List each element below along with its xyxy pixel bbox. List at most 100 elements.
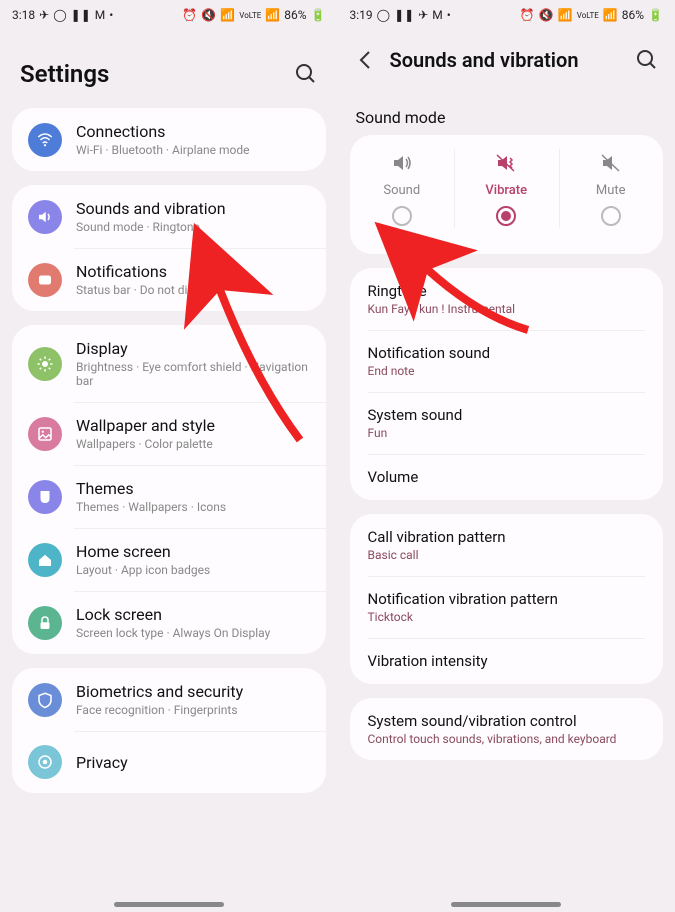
sound-mode-sound[interactable]: Sound — [350, 141, 455, 236]
setting-row[interactable]: Notification sound End note — [350, 330, 664, 392]
wifi-icon: 📶 — [220, 8, 235, 22]
wallpaper-icon — [28, 417, 62, 451]
telegram-icon: ✈ — [418, 8, 428, 22]
page-title: Settings — [20, 60, 282, 88]
item-title: Connections — [76, 122, 310, 141]
settings-subgroup: Call vibration pattern Basic call Notifica… — [350, 514, 664, 684]
setting-row[interactable]: Call vibration pattern Basic call — [350, 514, 664, 576]
item-subtitle: Face recognition · Fingerprints — [76, 703, 310, 717]
sound-mode-label: Sound mode — [338, 92, 675, 135]
battery-text: 86% — [622, 8, 644, 22]
row-title: Ringtone — [368, 282, 646, 300]
sound-mode-vibrate[interactable]: Vibrate — [454, 141, 559, 236]
mute-icon: 🔇 — [539, 8, 554, 22]
nav-bar[interactable] — [451, 902, 561, 907]
whatsapp-icon: ◯ — [53, 8, 66, 22]
more-icon: • — [447, 8, 451, 22]
settings-group: Sounds and vibrationSound mode · Rington… — [12, 185, 326, 311]
setting-row[interactable]: Ringtone Kun Faya kun ! Instrumental — [350, 268, 664, 330]
home-icon — [28, 543, 62, 577]
row-title: System sound/vibration control — [368, 712, 646, 730]
item-title: Notifications — [76, 262, 310, 281]
mode-label: Mute — [596, 183, 626, 198]
volte-icon: VoLTE — [577, 11, 599, 20]
shield-icon — [28, 683, 62, 717]
signal-icon: 📶 — [265, 8, 280, 22]
item-subtitle: Status bar · Do not disturb — [76, 283, 310, 297]
header: Settings — [0, 30, 338, 108]
settings-item-sound[interactable]: Sounds and vibrationSound mode · Rington… — [12, 185, 326, 248]
brightness-icon — [28, 347, 62, 381]
settings-item-wifi[interactable]: ConnectionsWi-Fi · Bluetooth · Airplane … — [12, 108, 326, 171]
vibrate-icon — [494, 151, 518, 175]
back-button[interactable] — [354, 48, 378, 72]
status-bar: 3:19 ◯ ❚❚ ✈ M • ⏰ 🔇 📶 VoLTE 📶 86% 🔋 — [338, 0, 675, 30]
setting-row[interactable]: System soundFun — [350, 392, 664, 454]
radio[interactable] — [496, 206, 516, 226]
radio[interactable] — [601, 206, 621, 226]
whatsapp-icon: ◯ — [377, 8, 390, 22]
item-subtitle: Wallpapers · Color palette — [76, 437, 310, 451]
row-subtitle: Kun Faya kun ! Instrumental — [368, 302, 646, 316]
row-title: Volume — [368, 468, 646, 486]
row-subtitle: Control touch sounds, vibrations, and ke… — [368, 732, 646, 746]
search-button[interactable] — [294, 62, 318, 86]
item-subtitle: Layout · App icon badges — [76, 563, 310, 577]
pause-icon: ❚❚ — [394, 8, 414, 22]
battery-icon: 🔋 — [648, 8, 663, 22]
phone-right: 3:19 ◯ ❚❚ ✈ M • ⏰ 🔇 📶 VoLTE 📶 86% 🔋 Soun… — [338, 0, 675, 912]
setting-row[interactable]: System sound/vibration control Control to… — [350, 698, 664, 760]
settings-item-home[interactable]: Home screen Layout · App icon badges — [12, 528, 326, 591]
row-title: System sound — [368, 406, 646, 424]
battery-icon: 🔋 — [311, 8, 326, 22]
settings-item-themes[interactable]: ThemesThemes · Wallpapers · Icons — [12, 465, 326, 528]
settings-item-shield[interactable]: Biometrics and securityFace recognition … — [12, 668, 326, 731]
settings-item-lock[interactable]: Lock screenScreen lock type · Always On … — [12, 591, 326, 654]
mode-label: Vibrate — [485, 183, 527, 198]
settings-item-privacy[interactable]: Privacy — [12, 731, 326, 793]
settings-group: DisplayBrightness · Eye comfort shield ·… — [12, 325, 326, 654]
nav-bar[interactable] — [114, 902, 224, 907]
settings-subgroup: System sound/vibration control Control to… — [350, 698, 664, 760]
item-title: Themes — [76, 479, 310, 498]
privacy-icon — [28, 745, 62, 779]
phone-left: 3:18 ✈ ◯ ❚❚ M • ⏰ 🔇 📶 VoLTE 📶 86% 🔋 Sett… — [0, 0, 338, 912]
gmail-icon: M — [432, 8, 442, 22]
settings-item-wallpaper[interactable]: Wallpaper and styleWallpapers · Color pa… — [12, 402, 326, 465]
status-time: 3:19 — [350, 8, 373, 22]
row-title: Vibration intensity — [368, 652, 646, 670]
search-button[interactable] — [635, 48, 659, 72]
mute-icon: 🔇 — [201, 8, 216, 22]
settings-subgroup: Ringtone Kun Faya kun ! Instrumental Notif… — [350, 268, 664, 500]
item-title: Home screen — [76, 542, 310, 561]
item-subtitle: Brightness · Eye comfort shield · Naviga… — [76, 360, 310, 388]
notif-icon — [28, 263, 62, 297]
row-title: Notification sound — [368, 344, 646, 362]
sound-mode-card: Sound Vibrate Mute — [350, 135, 664, 254]
search-icon — [294, 62, 318, 86]
settings-item-brightness[interactable]: DisplayBrightness · Eye comfort shield ·… — [12, 325, 326, 402]
lock-icon — [28, 606, 62, 640]
row-title: Call vibration pattern — [368, 528, 646, 546]
chevron-left-icon — [354, 48, 378, 72]
settings-group: Biometrics and securityFace recognition … — [12, 668, 326, 793]
item-title: Lock screen — [76, 605, 310, 624]
row-subtitle: End note — [368, 364, 646, 378]
radio[interactable] — [392, 206, 412, 226]
settings-item-notif[interactable]: Notifications Status bar · Do not disturb — [12, 248, 326, 311]
sound-mode-mute[interactable]: Mute — [559, 141, 664, 236]
row-title: Notification vibration pattern — [368, 590, 646, 608]
wifi-icon — [28, 123, 62, 157]
volte-icon: VoLTE — [239, 11, 261, 20]
battery-text: 86% — [284, 8, 306, 22]
setting-row[interactable]: Notification vibration pattern Ticktock — [350, 576, 664, 638]
mode-label: Sound — [383, 183, 420, 198]
row-subtitle: Basic call — [368, 548, 646, 562]
row-subtitle: Ticktock — [368, 610, 646, 624]
alarm-icon: ⏰ — [520, 8, 535, 22]
page-title: Sounds and vibration — [390, 48, 624, 72]
status-bar: 3:18 ✈ ◯ ❚❚ M • ⏰ 🔇 📶 VoLTE 📶 86% 🔋 — [0, 0, 338, 30]
setting-row[interactable]: Volume — [350, 454, 664, 500]
item-title: Sounds and vibration — [76, 199, 310, 218]
setting-row[interactable]: Vibration intensity — [350, 638, 664, 684]
